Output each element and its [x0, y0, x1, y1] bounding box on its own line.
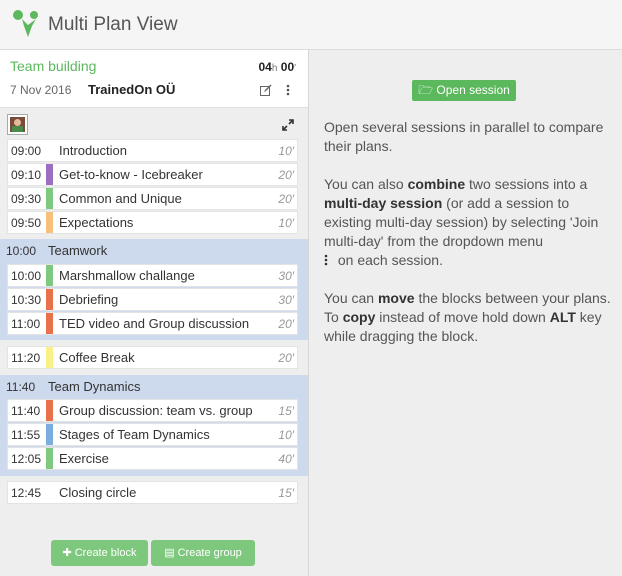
block-time: 11:20 — [11, 351, 41, 365]
app-header: Multi Plan View — [0, 0, 622, 50]
block-row[interactable]: 10:00 Marshmallow challange 30′ — [7, 264, 298, 287]
block-name: Exercise — [59, 451, 109, 466]
block-name: Stages of Team Dynamics — [59, 427, 210, 442]
block-time: 10:00 — [11, 269, 42, 283]
session-title[interactable]: Team building — [10, 58, 96, 74]
block-time: 09:10 — [11, 168, 42, 182]
create-block-label: Create block — [74, 547, 137, 559]
block-color-bar — [46, 448, 53, 469]
block-time: 11:55 — [11, 428, 41, 442]
help-paragraph-3: You can move the blocks between your pla… — [324, 290, 611, 344]
group-time: 10:00 — [6, 244, 37, 258]
block-duration: 20′ — [278, 168, 294, 182]
block-color-bar — [46, 482, 53, 503]
block-row[interactable]: 09:00 Introduction 10′ — [7, 139, 298, 162]
block-time: 12:05 — [11, 452, 42, 466]
more-vertical-icon[interactable] — [285, 84, 291, 96]
block-row[interactable]: 11:20 Coffee Break 20′ — [7, 346, 298, 369]
block-row[interactable]: 09:10 Get-to-know - Icebreaker 20′ — [7, 163, 298, 186]
block-color-bar — [46, 289, 53, 310]
block-name: Closing circle — [59, 485, 137, 500]
plus-icon: ✚ — [62, 547, 72, 559]
block-row[interactable]: 11:55 Stages of Team Dynamics 10′ — [7, 423, 298, 446]
block-time: 09:00 — [11, 144, 42, 158]
block-duration: 10′ — [278, 216, 294, 230]
block-row[interactable]: 10:30 Debriefing 30′ — [7, 288, 298, 311]
block-time: 09:30 — [11, 192, 42, 206]
folder-open-icon: 🗁 — [418, 83, 434, 97]
block-name: Common and Unique — [59, 191, 182, 206]
block-duration: 15′ — [278, 404, 294, 418]
help-paragraph-1: Open several sessions in parallel to com… — [324, 119, 604, 154]
edit-icon[interactable] — [260, 84, 272, 96]
open-session-label: Open session — [436, 83, 510, 97]
session-organization: TrainedOn OÜ — [88, 82, 176, 97]
block-row[interactable]: 09:30 Common and Unique 20′ — [7, 187, 298, 210]
create-group-button[interactable]: ▤ Create group — [151, 540, 255, 566]
help-paragraph-2: You can also combine two sessions into a… — [324, 176, 599, 268]
block-color-bar — [46, 400, 53, 421]
list-icon: ▤ — [164, 547, 175, 559]
block-color-bar — [46, 347, 53, 368]
session-date: 7 Nov 2016 — [10, 83, 72, 97]
block-time: 11:00 — [11, 317, 41, 331]
block-name: Marshmallow challange — [59, 268, 195, 283]
block-row[interactable]: 09:50 Expectations 10′ — [7, 211, 298, 234]
block-duration: 20′ — [278, 351, 294, 365]
block-duration: 15′ — [278, 486, 294, 500]
group-name: Teamwork — [48, 243, 108, 258]
block-color-bar — [46, 212, 53, 233]
block-color-bar — [46, 313, 53, 334]
session-duration: 04h 00′ — [258, 60, 297, 74]
block-time: 10:30 — [11, 293, 42, 307]
avatar[interactable] — [8, 115, 27, 134]
info-panel: 🗁 Open session Open several sessions in … — [310, 50, 622, 576]
create-group-label: Create group — [177, 547, 242, 559]
block-color-bar — [46, 424, 53, 445]
block-time: 11:40 — [11, 404, 41, 418]
block-duration: 30′ — [278, 269, 294, 283]
block-row[interactable]: 12:05 Exercise 40′ — [7, 447, 298, 470]
block-duration: 40′ — [278, 452, 294, 466]
block-color-bar — [46, 140, 53, 161]
app-logo-icon — [13, 10, 38, 37]
expand-icon[interactable] — [282, 119, 294, 131]
block-time: 12:45 — [11, 486, 42, 500]
block-color-bar — [46, 164, 53, 185]
block-row[interactable]: 12:45 Closing circle 15′ — [7, 481, 298, 504]
create-block-button[interactable]: ✚ Create block — [51, 540, 148, 566]
session-panel: Team building 04h 00′ 7 Nov 2016 Trained… — [0, 50, 309, 576]
group-time: 11:40 — [6, 380, 36, 394]
block-row[interactable]: 11:40 Group discussion: team vs. group 1… — [7, 399, 298, 422]
block-duration: 20′ — [278, 192, 294, 206]
session-header: Team building 04h 00′ 7 Nov 2016 Trained… — [0, 50, 308, 108]
block-name: Expectations — [59, 215, 134, 230]
block-name: Group discussion: team vs. group — [59, 403, 253, 418]
block-name: Debriefing — [59, 292, 119, 307]
block-duration: 30′ — [278, 293, 294, 307]
block-color-bar — [46, 265, 53, 286]
block-time: 09:50 — [11, 216, 42, 230]
more-vertical-icon — [324, 254, 328, 266]
open-session-button[interactable]: 🗁 Open session — [412, 80, 516, 101]
block-duration: 10′ — [278, 144, 294, 158]
block-name: Introduction — [59, 143, 127, 158]
group-name: Team Dynamics — [48, 379, 141, 394]
block-name: TED video and Group discussion — [59, 316, 250, 331]
block-color-bar — [46, 188, 53, 209]
block-row[interactable]: 11:00 TED video and Group discussion 20′ — [7, 312, 298, 335]
block-duration: 10′ — [278, 428, 294, 442]
block-name: Coffee Break — [59, 350, 135, 365]
block-duration: 20′ — [278, 317, 294, 331]
block-name: Get-to-know - Icebreaker — [59, 167, 203, 182]
help-text: Open several sessions in parallel to com… — [324, 118, 616, 365]
app-title: Multi Plan View — [48, 14, 178, 35]
